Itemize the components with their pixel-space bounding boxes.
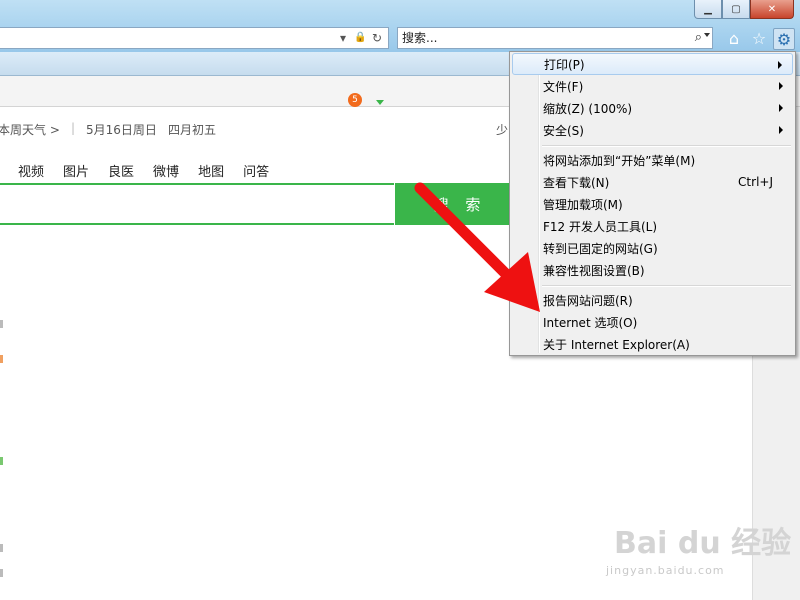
menu-item-label: 报告网站问题(R) (543, 293, 633, 308)
edge-fragment (0, 457, 3, 465)
menu-item-shortcut: Ctrl+J (738, 175, 773, 189)
edge-fragment (0, 569, 3, 577)
submenu-arrow-icon (779, 126, 783, 134)
menu-item-label: 兼容性视图设置(B) (543, 263, 645, 278)
menu-item-label: Internet 选项(O) (543, 315, 638, 330)
menu-item-label: 将网站添加到“开始”菜单(M) (543, 153, 696, 168)
menu-item-label: F12 开发人员工具(L) (543, 219, 658, 234)
menu-item-dev-tools[interactable]: F12 开发人员工具(L) (512, 215, 793, 237)
search-input[interactable] (402, 30, 662, 46)
edge-fragment (0, 544, 3, 552)
menu-item-report-issue[interactable]: 报告网站问题(R) (512, 289, 793, 311)
menu-item-manage-addons[interactable]: 管理加载项(M) (512, 193, 793, 215)
nav-item-weibo[interactable]: 微博 (153, 161, 179, 180)
date-text: 5月16日周日 (86, 123, 157, 137)
menu-item-zoom[interactable]: 缩放(Z) (100%) (512, 97, 793, 119)
menu-item-label: 缩放(Z) (100%) (543, 101, 633, 116)
close-button[interactable]: ✕ (750, 0, 794, 19)
menu-item-pinned-sites[interactable]: 转到已固定的网站(G) (512, 237, 793, 259)
search-box[interactable]: ⌕ (397, 27, 713, 49)
edge-fragment (0, 320, 3, 328)
watermark-url: jingyan.baidu.com (606, 564, 725, 577)
submenu-arrow-icon (778, 61, 782, 69)
menu-item-label: 文件(F) (543, 79, 584, 94)
menu-item-internet-options[interactable]: Internet 选项(O) (512, 311, 793, 333)
menu-item-about-ie[interactable]: 关于 Internet Explorer(A) (512, 333, 793, 355)
menu-item-label: 转到已固定的网站(G) (543, 241, 658, 256)
address-bar[interactable]: ▾ 🔒 ↻ (0, 27, 389, 49)
favorites-icon[interactable]: ☆ (749, 28, 769, 48)
submenu-arrow-icon (779, 104, 783, 112)
search-dropdown-icon[interactable] (704, 33, 710, 37)
menu-item-label: 管理加载项(M) (543, 197, 623, 212)
window-controls: ▁ ▢ ✕ (694, 0, 794, 19)
watermark-logo: Bai du 经验 (614, 526, 792, 561)
menu-item-view-downloads[interactable]: 查看下载(N) Ctrl+J (512, 171, 793, 193)
search-options-caret-icon[interactable] (376, 100, 384, 105)
dropdown-icon[interactable]: ▾ (340, 31, 346, 45)
tools-menu: 打印(P) 文件(F) 缩放(Z) (100%) 安全(S) 将网站添加到“开始… (509, 51, 796, 356)
menu-separator (542, 285, 791, 287)
category-nav: 视频 图片 良医 微博 地图 问答 (18, 161, 269, 180)
menu-item-file[interactable]: 文件(F) (512, 75, 793, 97)
page-search-button[interactable]: 搜 索 (395, 183, 525, 225)
nav-item-doctor[interactable]: 良医 (108, 161, 134, 180)
notification-badge: 5 (348, 93, 362, 107)
nav-item-map[interactable]: 地图 (198, 161, 224, 180)
menu-item-compat-view[interactable]: 兼容性视图设置(B) (512, 259, 793, 281)
submenu-arrow-icon (779, 82, 783, 90)
menu-item-add-to-start[interactable]: 将网站添加到“开始”菜单(M) (512, 149, 793, 171)
menu-item-label: 查看下载(N) (543, 175, 610, 190)
nav-item-video[interactable]: 视频 (18, 161, 44, 180)
home-icon[interactable]: ⌂ (724, 28, 744, 48)
right-text: 少 (496, 123, 509, 137)
nav-item-qa[interactable]: 问答 (243, 161, 269, 180)
lunar-date: 四月初五 (168, 123, 217, 137)
menu-item-print[interactable]: 打印(P) (512, 53, 793, 75)
minimize-button[interactable]: ▁ (694, 0, 722, 19)
weather-link[interactable]: 本周天气 > (0, 121, 60, 138)
menu-item-label: 关于 Internet Explorer(A) (543, 337, 690, 352)
page-search-input[interactable] (0, 183, 394, 225)
menu-item-label: 安全(S) (543, 123, 584, 138)
nav-item-images[interactable]: 图片 (63, 161, 89, 180)
tools-gear-icon[interactable]: ⚙ (773, 28, 795, 50)
edge-fragment (0, 355, 3, 363)
maximize-button[interactable]: ▢ (722, 0, 750, 19)
menu-item-label: 打印(P) (544, 57, 585, 72)
menu-separator (542, 145, 791, 147)
divider: | (71, 121, 76, 135)
lock-icon[interactable]: 🔒 (354, 32, 366, 43)
refresh-icon[interactable]: ↻ (372, 31, 382, 45)
menu-item-safety[interactable]: 安全(S) (512, 119, 793, 141)
search-icon[interactable]: ⌕ (695, 30, 702, 45)
